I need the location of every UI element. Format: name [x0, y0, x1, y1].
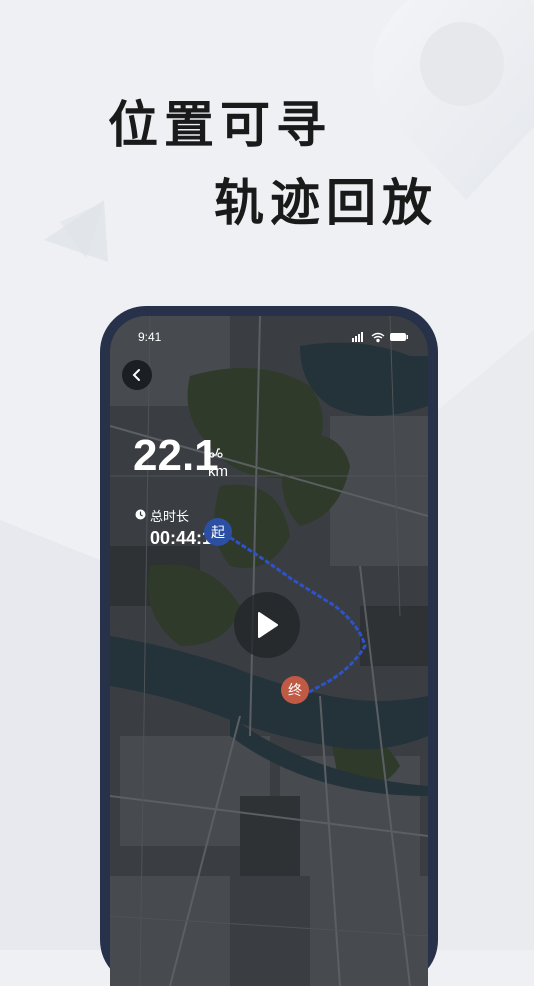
back-button[interactable]	[122, 360, 152, 390]
trip-distance-unit: km	[208, 463, 228, 480]
right-shade	[438, 330, 534, 950]
bottom-left-shade	[0, 520, 100, 950]
status-time: 9:41	[138, 330, 162, 344]
play-icon	[258, 612, 278, 638]
phone-frame: 9:41 22.1 km 总时长 00:44:15 起 终	[100, 306, 438, 986]
scooter-icon	[209, 448, 223, 458]
signal-icon	[352, 332, 363, 342]
battery-icon	[390, 333, 408, 341]
pin-hole-decoration	[420, 22, 504, 106]
play-button[interactable]	[234, 592, 300, 658]
headline-line-1: 位置可寻	[108, 96, 332, 154]
clock-icon	[135, 509, 146, 520]
wifi-icon	[371, 332, 385, 343]
route-end-marker[interactable]: 终	[281, 676, 309, 704]
trip-distance: 22.1	[133, 431, 219, 480]
route-start-marker[interactable]: 起	[204, 518, 232, 546]
phone-screen: 9:41 22.1 km 总时长 00:44:15 起 终	[110, 316, 428, 986]
duration-label: 总时长	[150, 510, 190, 525]
headline-line-2: 轨迹回放	[214, 174, 438, 232]
status-icons	[352, 332, 408, 343]
back-arrow-icon	[132, 369, 140, 381]
